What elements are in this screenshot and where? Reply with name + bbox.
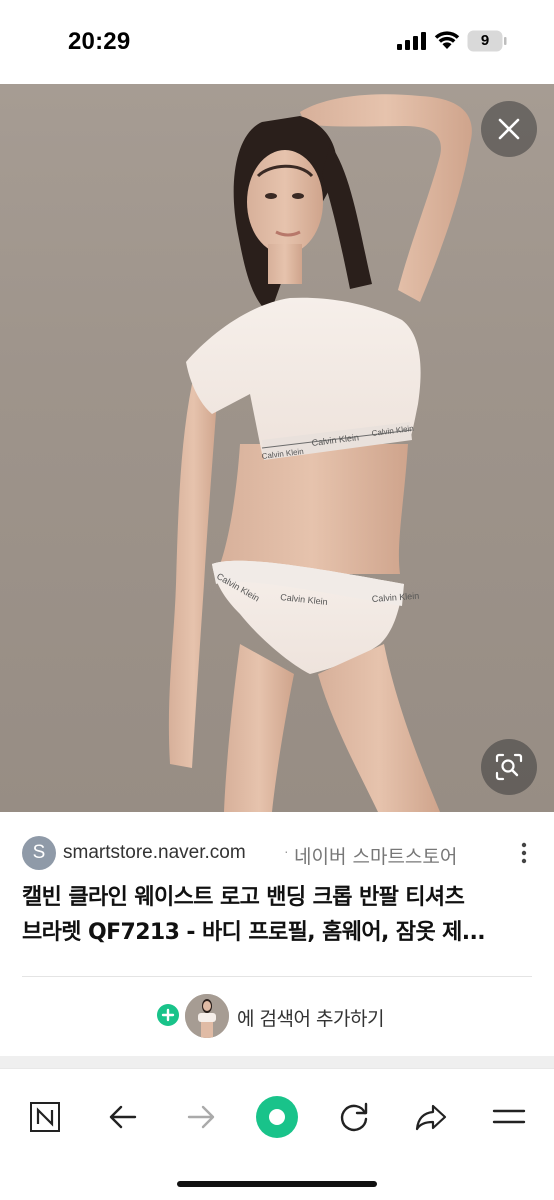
share-icon [415,1104,447,1131]
battery-icon: 9 [467,30,507,52]
green-dot-icon [256,1096,298,1138]
bottom-band-text-right: Calvin Klein [371,591,419,604]
more-vertical-icon[interactable] [516,840,532,866]
source-row[interactable]: S smartstore.naver.com · 네이버 스마트스토어 [22,836,542,870]
product-photo: Calvin Klein Calvin Klein Calvin Klein C… [168,94,472,812]
result-title-line1: 캘빈 클라인 웨이스트 로고 밴딩 크롭 반팔 티셔츠 [22,885,465,910]
green-dot-button[interactable] [249,1089,305,1145]
plus-circle-icon [157,1004,179,1026]
refresh-icon [340,1102,368,1132]
divider [22,976,532,977]
wifi-icon [434,31,460,49]
signal-icon [397,32,426,50]
naver-home-button[interactable] [17,1089,73,1145]
status-bar: 20:29 9 [0,0,554,84]
source-name[interactable]: 네이버 스마트스토어 [294,842,457,869]
keyword-thumbnail [185,994,229,1038]
forward-button[interactable] [173,1089,229,1145]
result-title[interactable]: 캘빈 클라인 웨이스트 로고 밴딩 크롭 반팔 티셔츠 브라렛 QF7213 -… [22,880,534,950]
battery-level: 9 [480,32,490,49]
source-avatar: S [22,836,56,870]
image-viewer[interactable]: Calvin Klein Calvin Klein Calvin Klein C… [0,84,554,812]
result-title-line2: 브라렛 QF7213 - 바디 프로필, 홈웨어, 잠옷 제... [22,920,486,945]
home-indicator[interactable] [177,1181,377,1187]
back-arrow-icon [109,1105,137,1129]
source-domain[interactable]: smartstore.naver.com [63,842,246,864]
forward-arrow-icon [187,1105,215,1129]
share-button[interactable] [403,1089,459,1145]
source-separator: · [284,843,289,859]
section-separator [0,1056,554,1068]
back-button[interactable] [95,1089,151,1145]
menu-icon [492,1109,526,1124]
naver-home-icon [30,1102,60,1132]
add-keyword-label: 에 검색어 추가하기 [237,1008,384,1030]
image-search-button[interactable] [481,739,537,795]
close-button[interactable] [481,101,537,157]
status-time: 20:29 [68,28,131,55]
close-icon [498,118,520,140]
refresh-button[interactable] [326,1089,382,1145]
menu-button[interactable] [481,1089,537,1145]
image-search-icon [495,753,523,781]
